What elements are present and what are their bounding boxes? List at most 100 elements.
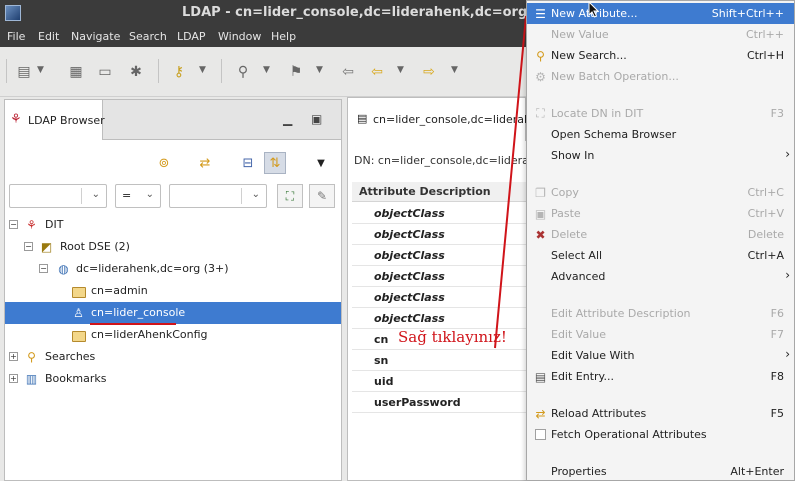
menu-item-label: Paste <box>551 207 581 220</box>
menu-item-edit-value[interactable]: Edit Value F7 <box>527 324 794 345</box>
menu-ldap[interactable]: LDAP <box>177 30 206 43</box>
folder-icon <box>71 283 86 298</box>
new-entry-icon[interactable]: ▤ <box>15 63 33 81</box>
attribute-name: objectClass <box>374 207 445 220</box>
menu-item-label: Locate DN in DIT <box>551 107 644 120</box>
menu-edit[interactable]: Edit <box>38 30 59 43</box>
column-header-label: Attribute Description <box>359 185 491 198</box>
search-icon[interactable]: ⚲ <box>234 63 252 81</box>
menu-item-edit-entry[interactable]: ▤ Edit Entry... F8 <box>527 366 794 387</box>
connect-dropdown[interactable]: ▼ <box>199 65 206 75</box>
chevron-down-icon: ⌄ <box>91 189 100 200</box>
new-attribute-icon: ☰ <box>535 6 546 21</box>
connect-icon[interactable]: ⚷ <box>170 63 188 81</box>
menu-item-new-batch-operation[interactable]: ⚙ New Batch Operation... <box>527 66 794 87</box>
attribute-name: sn <box>374 354 389 367</box>
print-icon[interactable]: ▭ <box>96 63 114 81</box>
value-combo[interactable]: ⌄ <box>169 184 267 208</box>
ldap-browser-icon: ⚘ <box>10 112 22 127</box>
menu-window[interactable]: Window <box>218 30 261 43</box>
refresh-icon[interactable]: ⇄ <box>194 152 216 174</box>
tree-label: Root DSE (2) <box>60 240 130 253</box>
ldap-browser-tabbar: ⚘ LDAP Browser ▁ ▣ <box>5 100 341 141</box>
menu-item-new-search[interactable]: ⚲ New Search... Ctrl+H <box>527 45 794 66</box>
menu-file[interactable]: File <box>7 30 25 43</box>
view-menu-icon[interactable]: ▼ <box>310 152 332 174</box>
tree-row-root-dse[interactable]: − ◩ Root DSE (2) <box>5 236 341 258</box>
new-entry-dropdown[interactable]: ▼ <box>37 65 44 75</box>
menu-item-reload-attributes[interactable]: ⇄ Reload Attributes F5 <box>527 403 794 424</box>
previous-icon[interactable]: ⇦ <box>368 63 386 81</box>
filter-tree-button[interactable]: ⛶ <box>277 184 303 208</box>
bookmark-dropdown[interactable]: ▼ <box>316 65 323 75</box>
tree-row-searches[interactable]: + ⚲ Searches <box>5 346 341 368</box>
context-menu: ☰ New Attribute... Shift+Ctrl++ New Valu… <box>526 0 795 481</box>
attribute-combo[interactable]: ⌄ <box>9 184 107 208</box>
menu-item-copy[interactable]: ❐ Copy Ctrl+C <box>527 182 794 203</box>
menu-search[interactable]: Search <box>129 30 167 43</box>
operator-combo[interactable]: = ⌄ <box>115 184 161 208</box>
menu-item-open-schema-browser[interactable]: Open Schema Browser <box>527 124 794 145</box>
menu-item-fetch-operational-attributes[interactable]: Fetch Operational Attributes <box>527 424 794 445</box>
menu-item-new-value[interactable]: New Value Ctrl++ <box>527 24 794 45</box>
menu-help[interactable]: Help <box>271 30 296 43</box>
paste-icon: ▣ <box>534 206 547 221</box>
tree-row-dit[interactable]: − ⚘ DIT <box>5 214 341 236</box>
menu-item-new-attribute[interactable]: ☰ New Attribute... Shift+Ctrl++ <box>527 3 794 24</box>
next-dropdown[interactable]: ▼ <box>451 65 458 75</box>
tree-label: DIT <box>45 218 64 231</box>
link-with-editor-icon[interactable]: ⇅ <box>264 152 286 174</box>
bookmarks-icon: ▥ <box>25 371 38 386</box>
expand-icon[interactable]: + <box>9 374 18 383</box>
mouse-cursor-icon <box>588 1 600 18</box>
menu-item-paste[interactable]: ▣ Paste Ctrl+V <box>527 203 794 224</box>
collapse-icon[interactable]: − <box>9 220 18 229</box>
link-icon[interactable]: ⊚ <box>153 152 175 174</box>
collapse-all-icon[interactable]: ⊟ <box>237 152 259 174</box>
menu-item-accel: F8 <box>770 370 784 383</box>
menu-item-label: Show In <box>551 149 595 162</box>
bookmark-icon[interactable]: ⚑ <box>287 63 305 81</box>
settings-icon[interactable]: ✱ <box>127 63 145 81</box>
checkbox-icon[interactable] <box>533 427 548 442</box>
search-dropdown[interactable]: ▼ <box>263 65 270 75</box>
chevron-down-icon: ⌄ <box>251 189 260 200</box>
root-dse-icon: ◩ <box>40 239 53 254</box>
menu-item-accel: Ctrl+H <box>746 49 784 62</box>
menu-item-select-all[interactable]: Select All Ctrl+A <box>527 245 794 266</box>
menu-item-delete[interactable]: ✖ Delete Delete <box>527 224 794 245</box>
tree-row-bookmarks[interactable]: + ▥ Bookmarks <box>5 368 341 390</box>
searches-icon: ⚲ <box>27 349 36 364</box>
toolbar-separator <box>221 59 222 83</box>
tree-label: Searches <box>45 350 96 363</box>
filter-edit-button[interactable]: ✎ <box>309 184 335 208</box>
next-icon[interactable]: ⇨ <box>420 63 438 81</box>
tree-row-admin[interactable]: cn=admin <box>5 280 341 302</box>
menu-item-show-in[interactable]: Show In › <box>527 145 794 166</box>
previous-dropdown[interactable]: ▼ <box>397 65 404 75</box>
menu-item-accel: F3 <box>770 107 784 120</box>
menu-item-edit-value-with[interactable]: Edit Value With › <box>527 345 794 366</box>
tree-row-lider-console[interactable]: ♙ cn=lider_console <box>5 302 341 324</box>
tab-ldap-browser[interactable]: ⚘ LDAP Browser <box>5 100 105 141</box>
save-icon[interactable]: ▦ <box>67 63 85 81</box>
collapse-icon[interactable]: − <box>24 242 33 251</box>
back-icon[interactable]: ⇦ <box>339 63 357 81</box>
menu-item-label: Edit Entry... <box>551 370 614 383</box>
menu-item-advanced[interactable]: Advanced › <box>527 266 794 287</box>
menu-item-properties[interactable]: Properties Alt+Enter <box>527 461 794 481</box>
submenu-arrow-icon: › <box>785 147 790 161</box>
folder-icon <box>71 327 86 342</box>
maximize-icon[interactable]: ▣ <box>311 112 322 126</box>
menu-item-edit-attribute-description[interactable]: Edit Attribute Description F6 <box>527 303 794 324</box>
minimize-icon[interactable]: ▁ <box>283 112 292 126</box>
menu-item-locate-dn[interactable]: ⛶ Locate DN in DIT F3 <box>527 103 794 124</box>
entry-editor-icon: ▤ <box>357 112 368 125</box>
menu-navigate[interactable]: Navigate <box>71 30 120 43</box>
expand-icon[interactable]: + <box>9 352 18 361</box>
attribute-name: objectClass <box>374 228 445 241</box>
tree-row-lider-ahenk-config[interactable]: cn=liderAhenkConfig <box>5 324 341 346</box>
collapse-icon[interactable]: − <box>39 264 48 273</box>
menu-item-accel: Alt+Enter <box>730 465 784 478</box>
tree-row-domain[interactable]: − ◍ dc=liderahenk,dc=org (3+) <box>5 258 341 280</box>
